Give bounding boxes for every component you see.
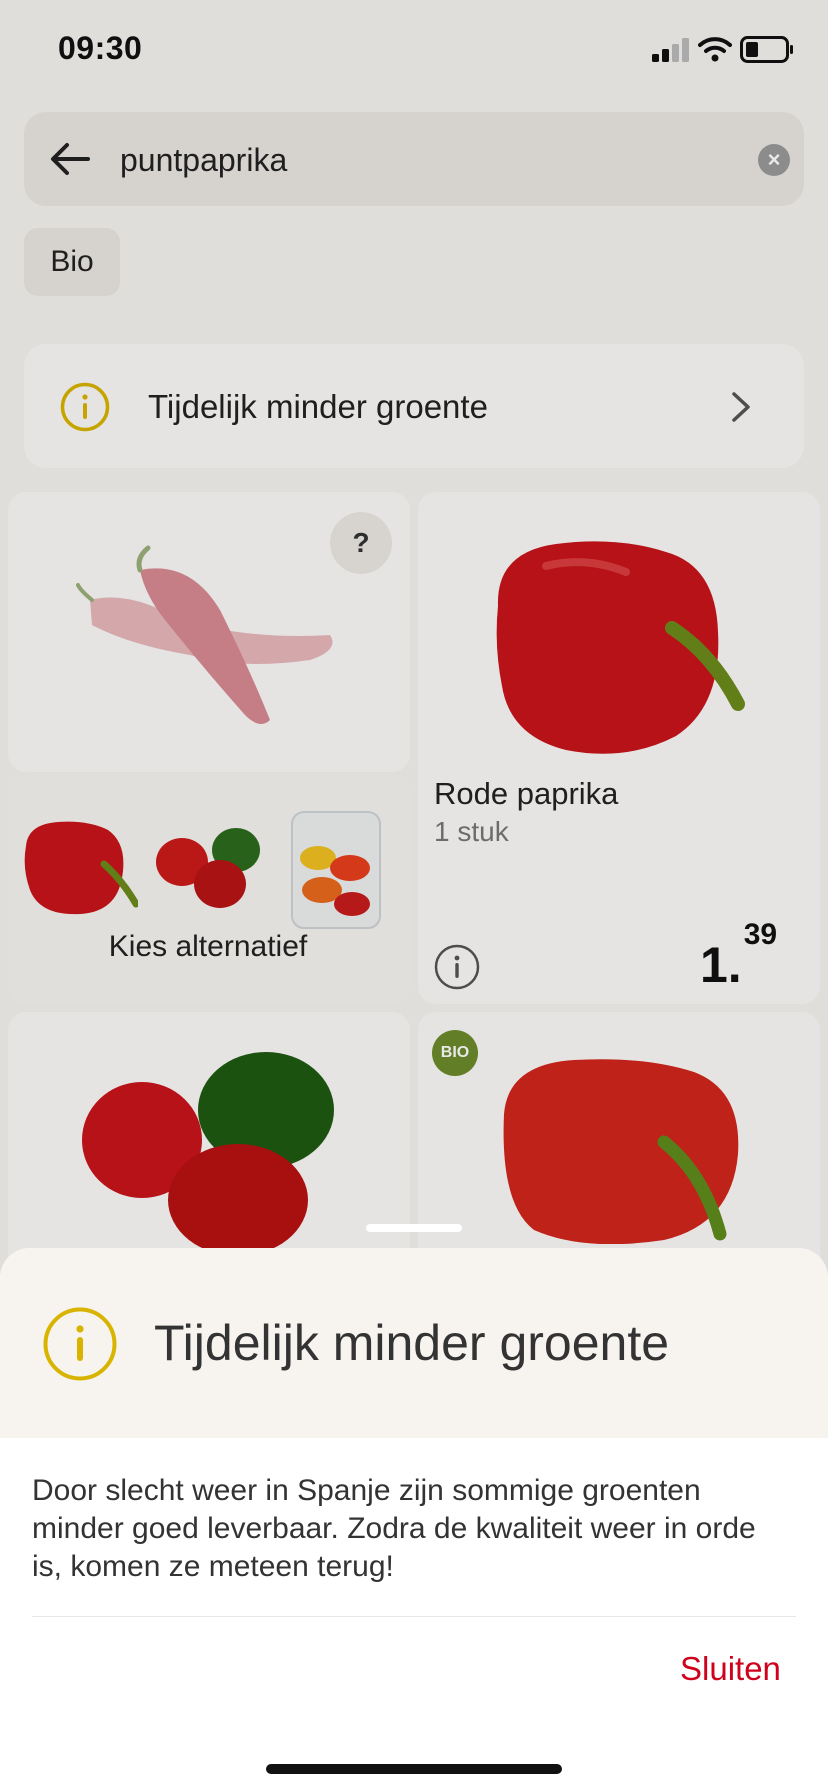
divider [32, 1616, 796, 1617]
home-indicator[interactable] [266, 1764, 562, 1774]
sheet-message: Door slecht weer in Spanje zijn sommige … [32, 1474, 756, 1583]
info-icon [43, 1307, 117, 1381]
sheet-title: Tijdelijk minder groente [154, 1315, 670, 1371]
sheet-grabber[interactable] [366, 1224, 462, 1232]
close-button[interactable]: Sluiten [680, 1650, 781, 1688]
